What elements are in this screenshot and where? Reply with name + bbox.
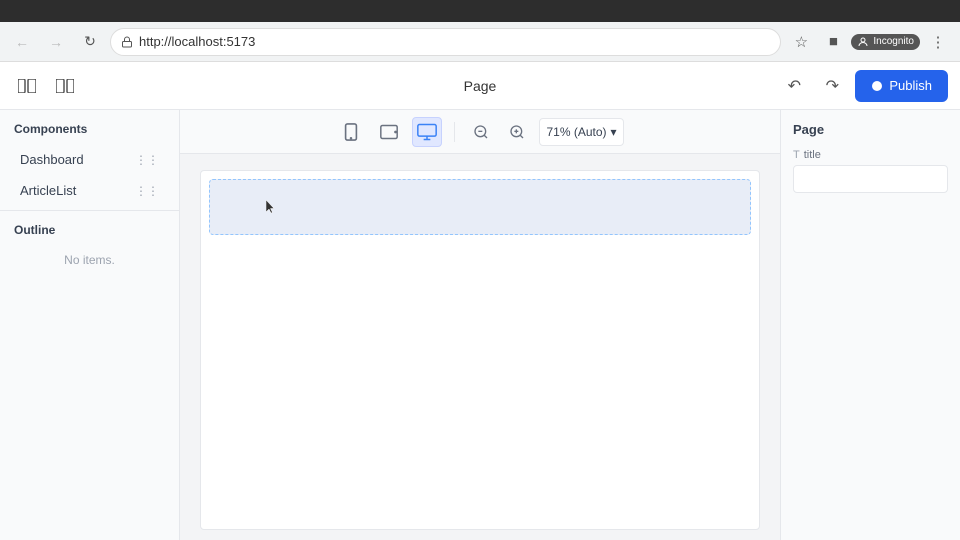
zoom-in-button[interactable] (503, 118, 531, 146)
desktop-device-button[interactable] (412, 117, 442, 147)
refresh-button[interactable]: ↻ (76, 28, 104, 56)
drag-handle-dashboard[interactable]: ⋮⋮ (135, 153, 159, 167)
redo-button[interactable]: ↷ (817, 71, 847, 101)
component-item-articlelist[interactable]: ArticleList ⋮⋮ (6, 175, 173, 206)
incognito-label: Incognito (873, 36, 914, 47)
undo-button[interactable]: ↶ (779, 71, 809, 101)
forward-button[interactable]: → (42, 28, 70, 56)
app-body: Components Dashboard ⋮⋮ ArticleList ⋮⋮ O… (0, 110, 960, 540)
page-title: Page (464, 78, 497, 94)
right-panel-toggle-button[interactable] (50, 71, 80, 101)
incognito-icon (857, 36, 869, 48)
canvas-content (180, 154, 780, 540)
components-section-title: Components (0, 110, 179, 144)
canvas-area: 71% (Auto) ▾ (180, 110, 780, 540)
app-header: Page ↶ ↷ Publish (0, 62, 960, 110)
zoom-in-icon (509, 124, 525, 140)
title-input[interactable] (793, 165, 948, 193)
publish-button[interactable]: Publish (855, 70, 948, 102)
component-label-dashboard: Dashboard (20, 152, 84, 167)
header-right: ↶ ↷ Publish (779, 70, 948, 102)
component-label-articlelist: ArticleList (20, 183, 76, 198)
canvas-toolbar: 71% (Auto) ▾ (180, 110, 780, 154)
url-text: http://localhost:5173 (139, 34, 255, 49)
property-label-title: T title (793, 149, 948, 161)
zoom-display[interactable]: 71% (Auto) ▾ (539, 118, 623, 146)
desktop-icon (417, 123, 437, 141)
cursor-indicator (266, 200, 274, 214)
left-panel-icon (18, 79, 36, 93)
outline-title: Outline (0, 211, 179, 245)
canvas-selected-block[interactable] (209, 179, 751, 235)
outline-section: Outline No items. (0, 210, 179, 275)
mobile-icon (343, 123, 359, 141)
zoom-out-icon (473, 124, 489, 140)
right-panel-icon (56, 79, 74, 93)
browser-titlebar (0, 0, 960, 22)
tablet-device-button[interactable] (374, 117, 404, 147)
browser-toolbar: ← → ↻ http://localhost:5173 ☆ ■ Incognit… (0, 22, 960, 62)
toolbar-separator (454, 122, 455, 142)
extensions-button[interactable]: ■ (819, 28, 847, 56)
left-panel-toggle-button[interactable] (12, 71, 42, 101)
incognito-badge: Incognito (851, 34, 920, 50)
left-sidebar: Components Dashboard ⋮⋮ ArticleList ⋮⋮ O… (0, 110, 180, 540)
right-sidebar-title: Page (793, 122, 948, 137)
header-left (12, 71, 80, 101)
text-type-icon: T (793, 149, 800, 161)
mobile-device-button[interactable] (336, 117, 366, 147)
property-row-title: T title (793, 149, 948, 193)
back-button[interactable]: ← (8, 28, 36, 56)
page-canvas[interactable] (200, 170, 760, 530)
zoom-chevron-icon: ▾ (611, 125, 617, 139)
publish-label: Publish (889, 78, 932, 93)
publish-icon (871, 80, 883, 92)
lock-icon (121, 36, 133, 48)
tablet-icon (380, 123, 398, 141)
component-item-dashboard[interactable]: Dashboard ⋮⋮ (6, 144, 173, 175)
property-label-text: title (804, 149, 821, 161)
address-bar[interactable]: http://localhost:5173 (110, 28, 781, 56)
bookmark-button[interactable]: ☆ (787, 28, 815, 56)
zoom-out-button[interactable] (467, 118, 495, 146)
browser-actions: ☆ ■ Incognito ⋮ (787, 28, 952, 56)
right-sidebar: Page T title (780, 110, 960, 540)
outline-empty-message: No items. (0, 245, 179, 275)
drag-handle-articlelist[interactable]: ⋮⋮ (135, 184, 159, 198)
zoom-value: 71% (Auto) (546, 125, 606, 139)
menu-button[interactable]: ⋮ (924, 28, 952, 56)
